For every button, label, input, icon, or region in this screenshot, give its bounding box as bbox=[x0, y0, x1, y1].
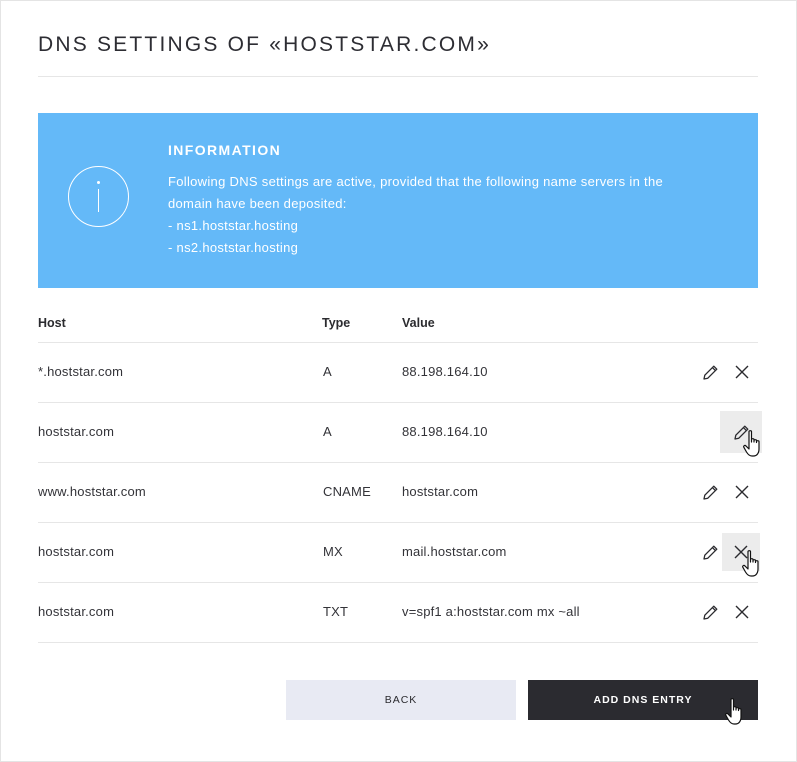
info-heading: INFORMATION bbox=[168, 142, 282, 158]
nameserver-2: - ns2.hoststar.hosting bbox=[168, 240, 299, 255]
host-cell: hoststar.com bbox=[38, 604, 115, 619]
hand-cursor-icon bbox=[742, 550, 759, 577]
back-button[interactable]: BACK bbox=[286, 680, 516, 720]
value-cell: mail.hoststar.com bbox=[402, 544, 507, 559]
info-panel: INFORMATION Following DNS settings are a… bbox=[38, 113, 758, 288]
host-cell: *.hoststar.com bbox=[38, 364, 124, 379]
type-cell: CNAME bbox=[323, 484, 371, 499]
hand-cursor-icon bbox=[725, 698, 742, 725]
value-cell: 88.198.164.10 bbox=[402, 364, 488, 379]
info-circle-icon bbox=[68, 166, 129, 227]
column-header-value: Value bbox=[402, 316, 435, 330]
value-cell: v=spf1 a:hoststar.com mx ~all bbox=[402, 604, 580, 619]
column-header-host: Host bbox=[38, 316, 66, 330]
type-cell: A bbox=[323, 424, 332, 439]
close-icon bbox=[735, 365, 749, 379]
title-divider bbox=[38, 76, 758, 77]
delete-button[interactable] bbox=[727, 597, 757, 627]
delete-button[interactable] bbox=[727, 357, 757, 387]
dns-table: *.hoststar.com A 88.198.164.10 hoststar.… bbox=[38, 343, 762, 643]
table-row: hoststar.com MX mail.hoststar.com bbox=[38, 523, 760, 583]
page-title: DNS SETTINGS OF «HOSTSTAR.COM» bbox=[38, 33, 491, 56]
pencil-icon bbox=[702, 365, 717, 380]
table-header: Host Type Value bbox=[38, 315, 758, 343]
pencil-icon bbox=[702, 485, 717, 500]
edit-button[interactable] bbox=[695, 477, 725, 507]
pencil-icon bbox=[702, 605, 717, 620]
type-cell: A bbox=[323, 364, 332, 379]
close-icon bbox=[735, 485, 749, 499]
edit-button[interactable] bbox=[695, 357, 725, 387]
value-cell: 88.198.164.10 bbox=[402, 424, 488, 439]
host-cell: hoststar.com bbox=[38, 424, 115, 439]
edit-button[interactable] bbox=[695, 537, 725, 567]
info-line: Following DNS settings are active, provi… bbox=[168, 174, 663, 189]
type-cell: TXT bbox=[323, 604, 349, 619]
table-row: www.hoststar.com CNAME hoststar.com bbox=[38, 463, 758, 523]
close-icon bbox=[735, 605, 749, 619]
edit-button[interactable] bbox=[695, 597, 725, 627]
table-row: hoststar.com TXT v=spf1 a:hoststar.com m… bbox=[38, 583, 758, 643]
pencil-icon bbox=[702, 545, 717, 560]
table-row: *.hoststar.com A 88.198.164.10 bbox=[38, 343, 758, 403]
column-header-type: Type bbox=[322, 316, 351, 330]
table-row: hoststar.com A 88.198.164.10 bbox=[38, 403, 762, 463]
value-cell: hoststar.com bbox=[402, 484, 479, 499]
host-cell: www.hoststar.com bbox=[38, 484, 146, 499]
hand-cursor-icon bbox=[743, 430, 760, 457]
host-cell: hoststar.com bbox=[38, 544, 115, 559]
nameserver-1: - ns1.hoststar.hosting bbox=[168, 218, 299, 233]
info-text: Following DNS settings are active, provi… bbox=[168, 171, 748, 259]
info-line: domain have been deposited: bbox=[168, 196, 347, 211]
type-cell: MX bbox=[323, 544, 343, 559]
delete-button[interactable] bbox=[727, 477, 757, 507]
